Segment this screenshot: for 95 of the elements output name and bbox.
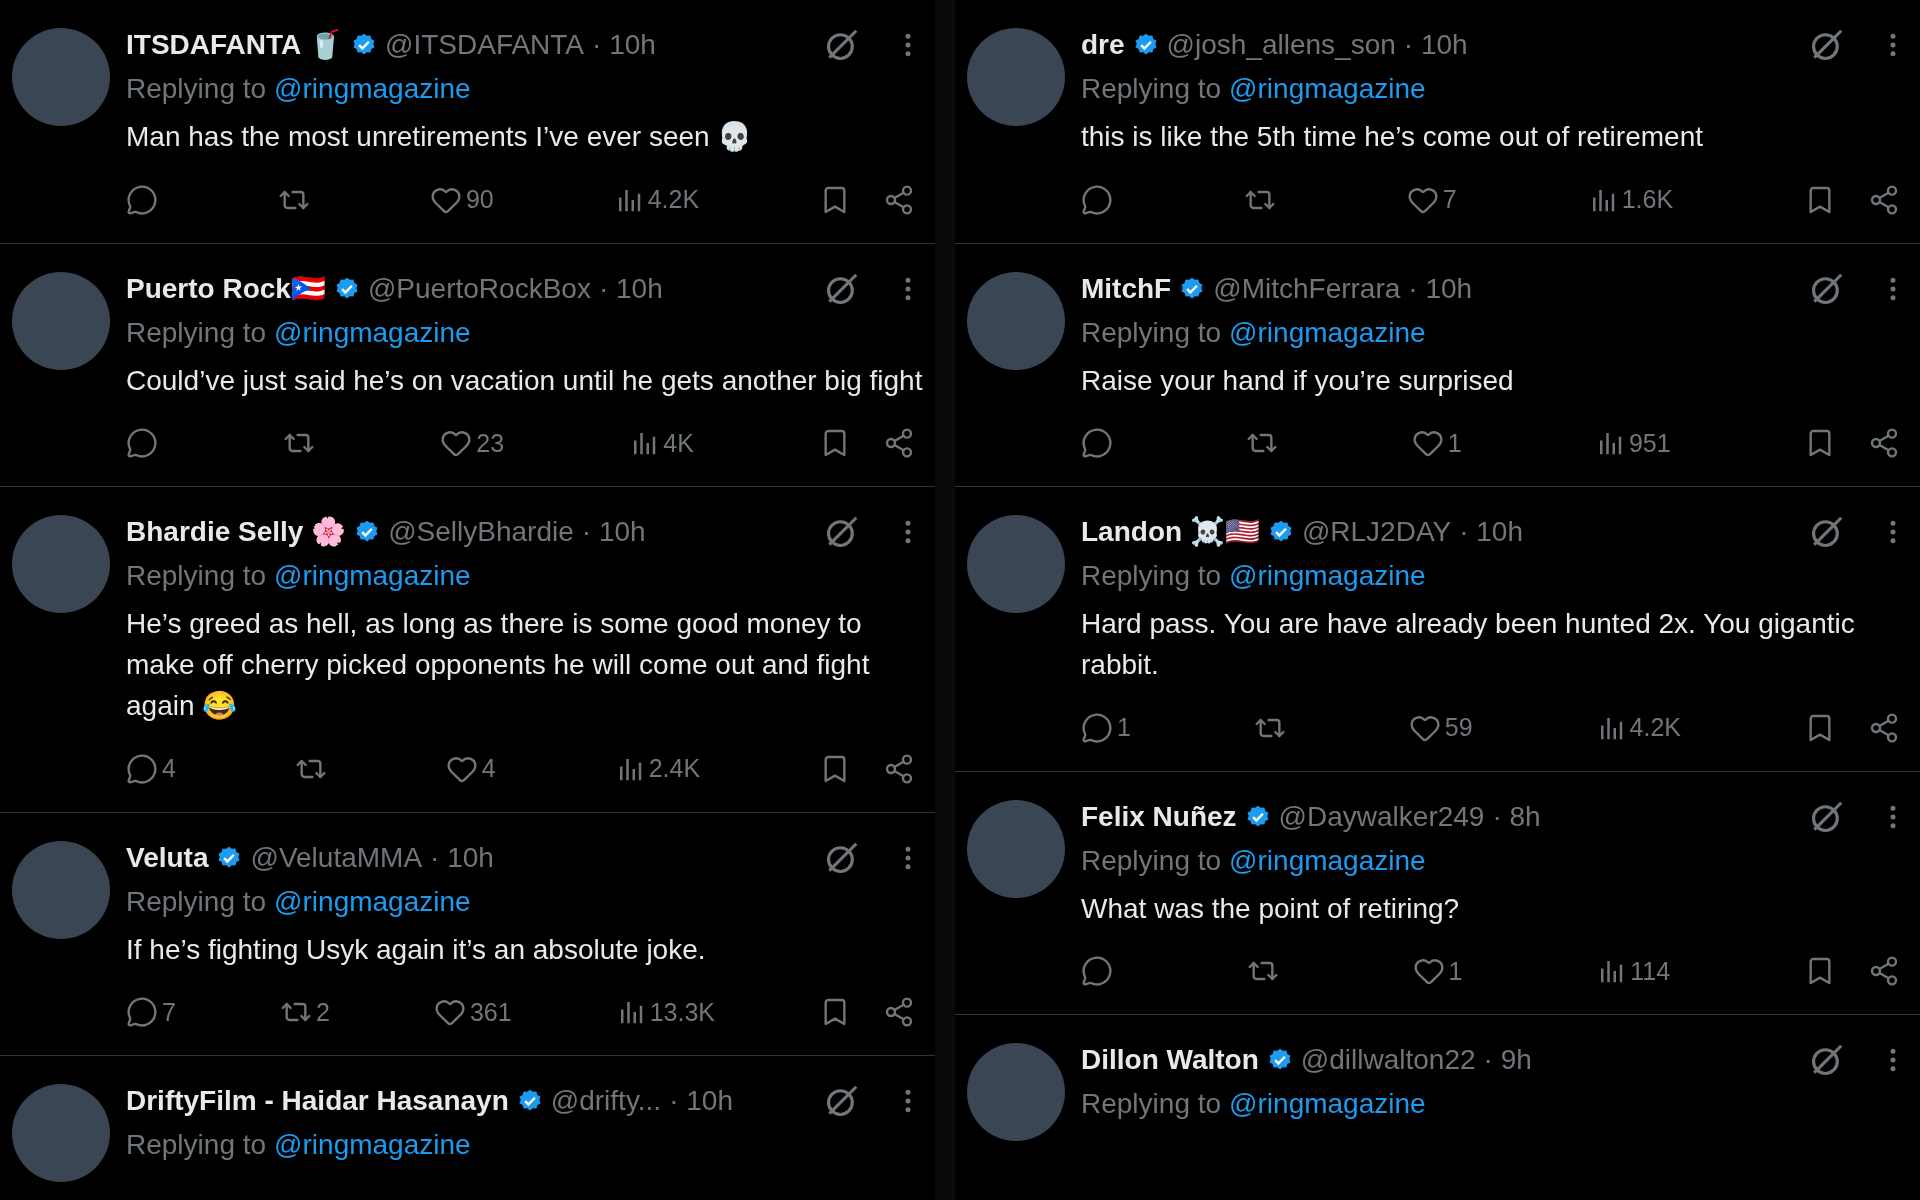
speech-bubble-icon — [1081, 183, 1113, 216]
speech-bubble-icon — [1081, 955, 1113, 988]
replying-label: Replying to — [126, 559, 267, 593]
views-button[interactable]: 114 — [1596, 952, 1671, 990]
like-button[interactable]: 23 — [440, 424, 505, 462]
display-name[interactable]: Veluta — [126, 836, 209, 879]
display-name[interactable]: dre — [1081, 24, 1125, 66]
post-time: · 8h — [1492, 799, 1541, 834]
replying-label: Replying to — [1081, 72, 1222, 106]
share-icon[interactable] — [883, 752, 915, 785]
reply-text: this is like the 5th time he’s come out of retirement — [1081, 120, 1704, 154]
reply-button[interactable] — [1081, 955, 1113, 988]
mention-link[interactable]: @ringmagazine — [1229, 68, 1426, 110]
reply-text: What was the point of retiring? — [1081, 891, 1461, 926]
mention-link[interactable]: @ringmagazine — [1229, 1083, 1426, 1125]
views-button[interactable]: 4.2K — [1595, 709, 1681, 747]
post-time: · 9h — [1483, 1043, 1532, 1077]
speech-bubble-icon — [126, 996, 158, 1029]
post-time: · 10h — [1459, 515, 1523, 549]
display-name[interactable]: Dillon Walton — [1081, 1039, 1259, 1081]
post-time: · 10h — [598, 271, 663, 306]
like-button[interactable]: 1 — [1411, 424, 1462, 462]
reply-text: Hard pass. You are have already been hunted 2x. You gigantic rabbit. — [1081, 607, 1856, 682]
reply-button[interactable] — [126, 183, 158, 216]
replying-label: Replying to — [126, 1128, 267, 1162]
reply-button[interactable]: 4 — [126, 750, 176, 788]
share-icon[interactable] — [883, 996, 915, 1029]
reply-text: Raise your hand if you’re surprised — [1081, 363, 1515, 398]
user-handle[interactable]: @RLJ2DAY — [1301, 511, 1452, 553]
mention-link[interactable]: @ringmagazine — [1229, 839, 1426, 882]
display-name[interactable]: Puerto Rock🇵🇷 — [126, 267, 326, 310]
post-time: · 10h — [592, 28, 656, 62]
views-button[interactable]: 1.6K — [1587, 181, 1674, 219]
like-button[interactable]: 7 — [1406, 181, 1457, 219]
views-button[interactable]: 2.4K — [614, 750, 701, 788]
display-name[interactable]: DriftyFilm - Haidar Hasanayn — [126, 1080, 509, 1122]
mention-link[interactable]: @ringmagazine — [274, 555, 471, 597]
reply-button[interactable] — [126, 427, 158, 460]
reply-text: Could’ve just said he’s on vacation until he gets another big fight — [126, 363, 923, 398]
views-button[interactable]: 951 — [1594, 424, 1671, 462]
like-button[interactable]: 361 — [433, 993, 512, 1031]
display-name[interactable]: Felix Nuñez — [1081, 795, 1237, 838]
speech-bubble-icon — [126, 183, 158, 216]
speech-bubble-icon — [1081, 711, 1113, 744]
user-handle[interactable]: @drifty... — [550, 1080, 662, 1122]
reply-text: Man has the most unretirements I’ve ever seen 💀 — [126, 120, 754, 154]
speech-bubble-icon — [126, 427, 158, 460]
speech-bubble-icon — [1081, 427, 1113, 460]
user-handle[interactable]: @Daywalker249 — [1278, 795, 1485, 838]
user-handle[interactable]: @MitchFerrara — [1213, 267, 1401, 310]
replying-label: Replying to — [126, 884, 267, 919]
display-name[interactable]: Landon ☠🇺🇸 — [1081, 511, 1260, 553]
replying-label: Replying to — [1081, 1087, 1222, 1121]
user-handle[interactable]: @SellyBhardie — [388, 511, 574, 553]
user-handle[interactable]: @josh_allens_son — [1166, 24, 1396, 66]
speech-bubble-icon — [126, 752, 158, 785]
reply-button[interactable] — [1081, 427, 1113, 460]
like-button[interactable]: 1 — [1412, 952, 1463, 990]
like-button[interactable]: 4 — [445, 750, 496, 788]
views-button[interactable]: 4K — [629, 424, 694, 462]
user-handle[interactable]: @VelutaMMA — [250, 836, 423, 879]
replying-label: Replying to — [1081, 559, 1222, 593]
like-button[interactable]: 59 — [1408, 709, 1473, 747]
post-time: · 10h — [581, 515, 646, 549]
reply-text: He’s greed as hell, as long as there is some good money to make off cherry picked opponents he will come out and fight again 😂 — [126, 607, 871, 723]
share-icon[interactable] — [1868, 427, 1900, 460]
views-button[interactable]: 4.2K — [613, 181, 700, 219]
replying-label: Replying to — [1081, 843, 1222, 878]
mention-link[interactable]: @ringmagazine — [1229, 555, 1426, 597]
reply-button[interactable]: 1 — [1081, 709, 1131, 747]
mention-link[interactable]: @ringmagazine — [274, 1124, 471, 1166]
mention-link[interactable]: @ringmagazine — [274, 880, 471, 923]
post-time: · 10h — [1403, 28, 1468, 62]
reply-text: If he’s fighting Usyk again it’s an absolute joke. — [126, 932, 707, 967]
user-handle[interactable]: @ITSDAFANTA — [385, 24, 585, 66]
mention-link[interactable]: @ringmagazine — [274, 311, 471, 354]
display-name[interactable]: MitchF — [1081, 267, 1172, 310]
mention-link[interactable]: @ringmagazine — [1229, 311, 1426, 354]
post-time: · 10h — [430, 840, 494, 875]
repost-button[interactable]: 2 — [279, 993, 330, 1031]
replying-label: Replying to — [126, 72, 267, 106]
views-button[interactable]: 13.3K — [615, 993, 715, 1031]
user-handle[interactable]: @PuertoRockBox — [367, 267, 591, 310]
post-time: · 10h — [1408, 271, 1473, 306]
reply-button[interactable]: 7 — [126, 993, 176, 1031]
replying-label: Replying to — [126, 315, 267, 350]
display-name[interactable]: ITSDAFANTA 🥤 — [126, 24, 343, 66]
post-time: · 10h — [669, 1084, 733, 1118]
mention-link[interactable]: @ringmagazine — [274, 68, 471, 110]
user-handle[interactable]: @dillwalton22 — [1300, 1039, 1476, 1081]
like-button[interactable]: 90 — [429, 181, 494, 219]
share-icon[interactable] — [883, 183, 915, 216]
replying-label: Replying to — [1081, 315, 1222, 350]
reply-button[interactable] — [1081, 183, 1113, 216]
display-name[interactable]: Bhardie Selly 🌸 — [126, 511, 347, 553]
